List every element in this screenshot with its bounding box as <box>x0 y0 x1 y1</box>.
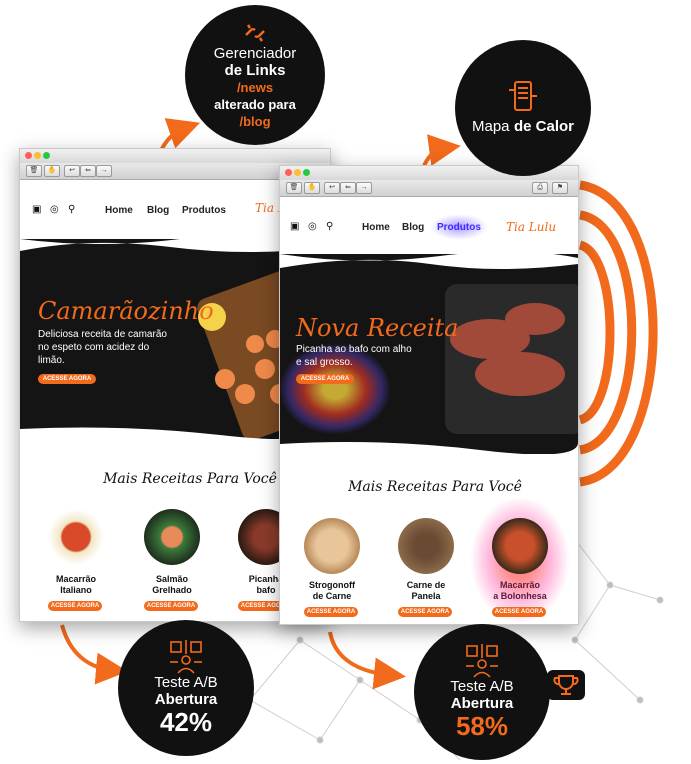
close-dot-icon[interactable] <box>25 152 32 159</box>
section-title: Mais Receitas Para Você <box>103 471 277 487</box>
thumb-icon[interactable]: ✋ <box>304 182 320 194</box>
card-cta-button[interactable]: ACESSE AGORA <box>48 601 102 611</box>
callout-link-manager: Gerenciador de Links /news alterado para… <box>185 5 325 145</box>
reply-all-icon[interactable]: ⇐ <box>340 182 356 194</box>
trophy-icon <box>553 675 579 695</box>
card-cta-button[interactable]: ACESSE AGORA <box>398 607 452 617</box>
forward-icon[interactable]: → <box>96 165 112 177</box>
callout-text: de Calor <box>513 118 574 135</box>
callout-ab-test-b: Teste A/B Abertura 58% <box>414 624 550 760</box>
nav-home[interactable]: Home <box>362 222 390 233</box>
callout-text: Gerenciador <box>213 44 297 62</box>
hero-desc-line1: Picanha ao bafo com alho <box>296 344 412 355</box>
maximize-dot-icon[interactable] <box>303 169 310 176</box>
card-name-line1: Carne de <box>406 580 446 590</box>
forward-icon[interactable]: → <box>356 182 372 194</box>
callout-text: alterado para <box>214 96 296 112</box>
card-name-line2: de Carne <box>312 591 352 601</box>
callout-text: Abertura <box>154 691 218 708</box>
callout-text: de Links <box>224 61 286 79</box>
print-icon[interactable]: ⎙ <box>532 182 548 194</box>
card-name-line2: Grelhado <box>152 585 192 595</box>
callout-text: /blog <box>239 113 271 129</box>
facebook-icon[interactable]: ▣ <box>290 221 299 232</box>
trash-icon[interactable]: 🗑 <box>26 165 42 177</box>
window-titlebar <box>20 149 330 164</box>
card-cta-button[interactable]: ACESSE AGORA <box>304 607 358 617</box>
card-name-line2: a Bolonhesa <box>493 591 547 601</box>
hero-title: Nova Receita <box>296 314 459 342</box>
hero-cta-button[interactable]: ACESSE AGORA <box>38 374 96 384</box>
nav-blog[interactable]: Blog <box>402 222 424 233</box>
hero-desc-line2: e sal grosso. <box>296 357 353 368</box>
thumb-icon[interactable]: ✋ <box>44 165 60 177</box>
hero-title: Camarãozinho <box>38 297 214 325</box>
flag-icon[interactable]: ⚑ <box>552 182 568 194</box>
location-pin-icon[interactable]: ⚲ <box>326 221 333 232</box>
card-image-bolonhesa[interactable] <box>492 518 548 574</box>
card-image-carne-panela[interactable] <box>398 518 454 574</box>
nav-produtos[interactable]: Produtos <box>182 205 226 216</box>
card-name-line1: Macarrão <box>499 580 541 590</box>
card-image-macarrao[interactable] <box>48 509 104 565</box>
winner-badge <box>547 670 585 700</box>
callout-text: Teste A/B <box>154 674 218 691</box>
card-image-salmao[interactable] <box>144 509 200 565</box>
section-title: Mais Receitas Para Você <box>348 479 522 495</box>
reply-icon[interactable]: ↩ <box>64 165 80 177</box>
browser-window-variant-b: 🗑 ✋ ↩ ⇐ → ⎙ ⚑ ▣ ◎ ⚲ Home Blog Produtos T… <box>279 165 579 625</box>
whatsapp-icon[interactable]: ◎ <box>308 221 317 232</box>
card-cta-button[interactable]: ACESSE AGORA <box>492 607 546 617</box>
whatsapp-icon[interactable]: ◎ <box>50 204 59 215</box>
minimize-dot-icon[interactable] <box>34 152 41 159</box>
card-name-line1: Macarrão <box>55 574 97 584</box>
broken-link-icon <box>245 23 265 42</box>
callout-ab-test-a: Teste A/B Abertura 42% <box>118 620 254 756</box>
nav-home[interactable]: Home <box>105 205 133 216</box>
callout-heatmap: Mapa de Calor <box>455 40 591 176</box>
card-cta-button[interactable]: ACESSE AGORA <box>144 601 198 611</box>
close-dot-icon[interactable] <box>285 169 292 176</box>
location-pin-icon[interactable]: ⚲ <box>68 204 75 215</box>
hero-desc-line2: no espeto com acidez do <box>38 342 150 353</box>
card-name-line1: Salmão <box>155 574 188 584</box>
ab-test-icon <box>170 640 202 674</box>
card-name-line1: Strogonoff <box>309 580 355 590</box>
open-rate-value: 42% <box>159 707 213 737</box>
trash-icon[interactable]: 🗑 <box>286 182 302 194</box>
card-image-strogonoff[interactable] <box>304 518 360 574</box>
nav-blog[interactable]: Blog <box>147 205 169 216</box>
maximize-dot-icon[interactable] <box>43 152 50 159</box>
callout-text: Mapa <box>472 118 510 135</box>
minimize-dot-icon[interactable] <box>294 169 301 176</box>
facebook-icon[interactable]: ▣ <box>32 204 41 215</box>
card-name-line2: Panela <box>411 591 441 601</box>
hero-desc-line3: limão. <box>38 355 65 366</box>
callout-text: Teste A/B <box>450 678 514 695</box>
window-toolbar: 🗑 ✋ ↩ ⇐ → ⎙ ⚑ <box>280 180 578 197</box>
nav-produtos[interactable]: Produtos <box>437 222 481 233</box>
hero-banner: Nova Receita Picanha ao bafo com alho e … <box>280 254 578 454</box>
open-rate-value: 58% <box>455 711 509 741</box>
brand-logo[interactable]: Tia Lulu <box>506 220 556 234</box>
ab-test-icon <box>466 644 498 678</box>
callout-text: Abertura <box>450 695 514 712</box>
hero-cta-button[interactable]: ACESSE AGORA <box>296 374 354 384</box>
card-name-line2: Italiano <box>60 585 92 595</box>
heatmap-phone-icon <box>509 81 537 111</box>
hero-desc-line1: Deliciosa receita de camarão <box>38 329 167 340</box>
callout-text: /news <box>236 79 274 95</box>
reply-icon[interactable]: ↩ <box>324 182 340 194</box>
reply-all-icon[interactable]: ⇐ <box>80 165 96 177</box>
